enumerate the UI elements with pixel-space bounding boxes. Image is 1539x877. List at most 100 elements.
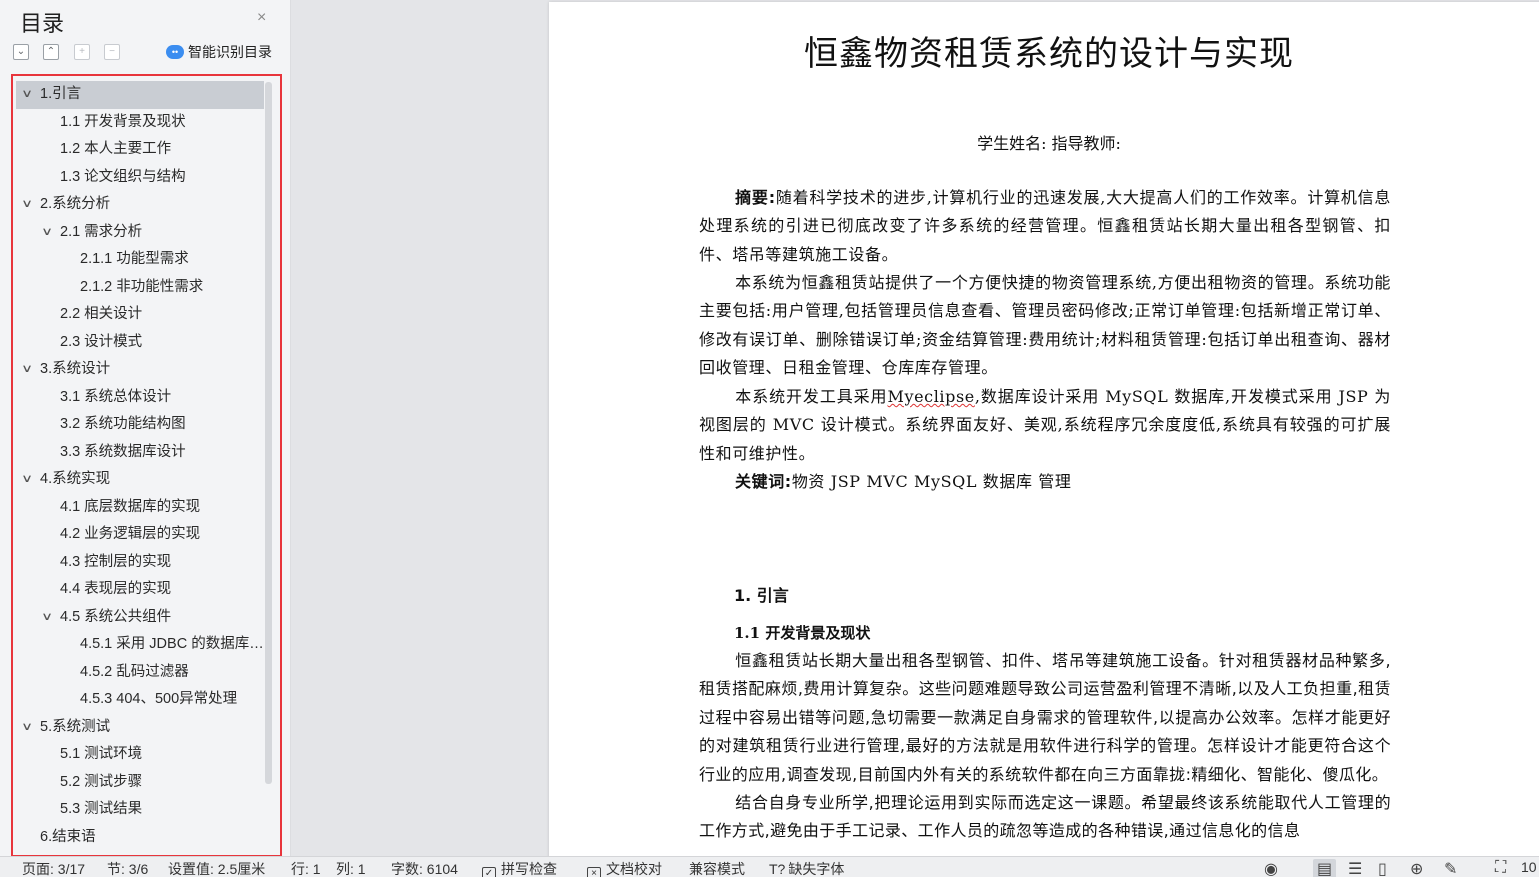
toc-item[interactable]: 4.5.1 采用 JDBC 的数据库连接 bbox=[16, 631, 264, 659]
toc-item[interactable]: ∨ 5.系统测试 bbox=[16, 714, 264, 742]
toc-scrollbar[interactable] bbox=[265, 82, 272, 784]
smart-toc-label: 智能识别目录 bbox=[188, 44, 272, 60]
spelling-flag-word[interactable]: Myeclipse bbox=[887, 387, 974, 406]
status-word-count[interactable]: 字数: 6104 bbox=[391, 859, 458, 877]
toc-item[interactable]: ∨ 1.引言 bbox=[16, 81, 264, 109]
document-title: 恒鑫物资租赁系统的设计与实现 bbox=[804, 34, 1294, 74]
fit-page-icon[interactable]: ⛶ bbox=[1495, 859, 1506, 877]
chevron-down-icon[interactable]: ∨ bbox=[41, 604, 53, 632]
chevron-down-icon[interactable]: ∨ bbox=[41, 219, 53, 247]
toc-item-label: 3.2 系统功能结构图 bbox=[60, 416, 186, 432]
reading-view-icon[interactable]: ▯ bbox=[1378, 859, 1387, 877]
toc-item[interactable]: 4.3 控制层的实现 bbox=[16, 549, 264, 577]
keywords-line: 关键词:物资 JSP MVC MySQL 数据库 管理 bbox=[699, 468, 1391, 496]
toc-item-label: 5.2 测试步骤 bbox=[60, 773, 143, 790]
toc-item-label: 1.1 开发背景及现状 bbox=[60, 113, 186, 130]
toc-item[interactable]: 4.5.3 404、500异常处理 bbox=[16, 686, 264, 714]
page-view-icon[interactable]: ▤ bbox=[1313, 859, 1337, 877]
toc-item[interactable]: 5.1 测试环境 bbox=[16, 741, 264, 769]
missing-font-label: 缺失字体 bbox=[788, 861, 845, 877]
toc-item[interactable]: 3.1 系统总体设计 bbox=[16, 384, 264, 412]
toc-item-label: 5.3 测试结果 bbox=[60, 801, 143, 817]
status-section[interactable]: 节: 3/6 bbox=[107, 859, 148, 877]
toc-item[interactable]: 1.2 本人主要工作 bbox=[16, 136, 264, 164]
keywords-text: 物资 JSP MVC MySQL 数据库 管理 bbox=[791, 472, 1072, 491]
toc-item[interactable]: 5.3 测试结果 bbox=[16, 796, 264, 824]
expand-all-icon[interactable]: ⌄ bbox=[13, 44, 29, 60]
body-text-2: 结合自身专业所学,把理论运用到实际而选定这一课题。希望最终该系统能取代人工管理的… bbox=[699, 793, 1391, 841]
add-heading-icon[interactable]: + bbox=[74, 44, 90, 60]
status-col: 列: 1 bbox=[336, 861, 366, 877]
spell-check-button[interactable]: ✓ 拼写检查 bbox=[482, 859, 557, 877]
toc-item[interactable]: 6.结束语 bbox=[16, 824, 264, 852]
toc-item-label: 4.5.2 乱码过滤器 bbox=[80, 663, 189, 680]
abstract-text-3a: 本系统开发工具采用 bbox=[735, 387, 888, 406]
toc-item-label: 4.1 底层数据库的实现 bbox=[60, 498, 201, 515]
toc-item[interactable]: ∨ 2.1 需求分析 bbox=[16, 219, 264, 247]
status-page[interactable]: 页面: 3/17 bbox=[22, 859, 85, 877]
collapse-all-icon[interactable]: ⌃ bbox=[43, 44, 59, 60]
toc-item[interactable]: 5.2 测试步骤 bbox=[16, 769, 264, 797]
toc-item-label: 5.1 测试环境 bbox=[60, 746, 143, 762]
chevron-down-icon[interactable]: ∨ bbox=[21, 714, 33, 742]
missing-font-button[interactable]: T? 缺失字体 bbox=[769, 859, 844, 877]
outline-view-icon[interactable]: ☰ bbox=[1348, 859, 1362, 877]
toc-item-label: 2.1 需求分析 bbox=[60, 223, 143, 240]
zoom-level[interactable]: 10 bbox=[1521, 859, 1537, 875]
toc-item-label: 3.系统设计 bbox=[40, 361, 111, 377]
toc-item-label: 2.1.2 非功能性需求 bbox=[80, 278, 204, 295]
toc-item[interactable]: 2.3 设计模式 bbox=[16, 329, 264, 357]
toc-item[interactable]: 2.2 相关设计 bbox=[16, 301, 264, 329]
write-mode-icon[interactable]: ✎ bbox=[1444, 859, 1457, 877]
checkbox-icon: ✓ bbox=[482, 867, 496, 877]
toc-item-label: 4.5.1 采用 JDBC 的数据库连接 bbox=[80, 636, 264, 652]
abstract-paragraph-1: 摘要:随着科学技术的进步,计算机行业的迅速发展,大大提高人们的工作效率。计算机信… bbox=[699, 184, 1391, 269]
status-setting[interactable]: 设置值: 2.5厘米 bbox=[168, 859, 265, 877]
body-paragraph-1: 恒鑫租赁站长期大量出租各型钢管、扣件、塔吊等建筑施工设备。针对租赁器材品种繁多,… bbox=[699, 647, 1391, 789]
toc-item-label: 6.结束语 bbox=[40, 828, 96, 845]
section-heading-1: 1. 引言 bbox=[734, 586, 789, 605]
toc-item[interactable]: 2.1.1 功能型需求 bbox=[16, 246, 264, 274]
close-icon[interactable]: × bbox=[257, 9, 266, 27]
document-area[interactable]: 恒鑫物资租赁系统的设计与实现 学生姓名: 指导教师: 摘要:随着科学技术的进步,… bbox=[291, 0, 1539, 856]
chevron-down-icon[interactable]: ∨ bbox=[21, 81, 33, 109]
toc-item[interactable]: 4.4 表现层的实现 bbox=[16, 576, 264, 604]
toc-item[interactable]: 3.2 系统功能结构图 bbox=[16, 411, 264, 439]
toc-item[interactable]: ∨ 3.系统设计 bbox=[16, 356, 264, 384]
toc-item[interactable]: 4.1 底层数据库的实现 bbox=[16, 494, 264, 522]
toc-item-label: 2.3 设计模式 bbox=[60, 333, 143, 350]
toc-item-label: 4.3 控制层的实现 bbox=[60, 553, 172, 570]
abstract-paragraph-2: 本系统为恒鑫租赁站提供了一个方便快捷的物资管理系统,方便出租物资的管理。系统功能… bbox=[699, 269, 1391, 383]
smart-toc-icon: •• bbox=[166, 45, 184, 59]
smart-toc-button[interactable]: •• 智能识别目录 bbox=[166, 42, 272, 62]
body-text-1: 恒鑫租赁站长期大量出租各型钢管、扣件、塔吊等建筑施工设备。针对租赁器材品种繁多,… bbox=[699, 651, 1391, 784]
compat-mode-label[interactable]: 兼容模式 bbox=[689, 859, 745, 877]
doc-proof-button[interactable]: × 文档校对 bbox=[587, 859, 662, 877]
abstract-text-1: 随着科学技术的进步,计算机行业的迅速发展,大大提高人们的工作效率。计算机信息处理… bbox=[699, 188, 1391, 264]
toc-item[interactable]: ∨ 4.系统实现 bbox=[16, 466, 264, 494]
toc-item[interactable]: ∨ 4.5 系统公共组件 bbox=[16, 604, 264, 632]
toc-item[interactable]: 4.5.2 乱码过滤器 bbox=[16, 659, 264, 687]
body-paragraph-2: 结合自身专业所学,把理论运用到实际而选定这一课题。希望最终该系统能取代人工管理的… bbox=[699, 789, 1391, 846]
toc-item-label: 5.系统测试 bbox=[40, 718, 111, 735]
toc-item[interactable]: 3.3 系统数据库设计 bbox=[16, 439, 264, 467]
toc-item[interactable]: 1.1 开发背景及现状 bbox=[16, 109, 264, 137]
section-heading-1-1: 1.1 开发背景及现状 bbox=[734, 624, 871, 642]
toc-item-label: 1.引言 bbox=[40, 86, 82, 102]
toc-list: ∨ 1.引言 1.1 开发背景及现状 1.2 本人主要工作 1.3 论文组织与结构 ∨ 2.… bbox=[16, 81, 264, 851]
remove-heading-icon[interactable]: − bbox=[104, 44, 120, 60]
chevron-down-icon[interactable]: ∨ bbox=[21, 191, 33, 219]
eye-protection-icon[interactable]: ◉ bbox=[1264, 859, 1278, 877]
web-view-icon[interactable]: ⊕ bbox=[1410, 859, 1423, 877]
document-page[interactable]: 恒鑫物资租赁系统的设计与实现 学生姓名: 指导教师: 摘要:随着科学技术的进步,… bbox=[549, 2, 1539, 856]
toc-item[interactable]: 2.1.2 非功能性需求 bbox=[16, 274, 264, 302]
toc-item[interactable]: 1.3 论文组织与结构 bbox=[16, 164, 264, 192]
doc-proof-label: 文档校对 bbox=[606, 861, 662, 877]
abstract-paragraph-3: 本系统开发工具采用Myeclipse,数据库设计采用 MySQL 数据库,开发模… bbox=[699, 383, 1391, 468]
student-teacher-line: 学生姓名: 指导教师: bbox=[977, 134, 1121, 153]
toc-item[interactable]: ∨ 2.系统分析 bbox=[16, 191, 264, 219]
chevron-down-icon[interactable]: ∨ bbox=[21, 466, 33, 494]
abstract-label: 摘要: bbox=[735, 188, 776, 207]
toc-item[interactable]: 4.2 业务逻辑层的实现 bbox=[16, 521, 264, 549]
chevron-down-icon[interactable]: ∨ bbox=[21, 356, 33, 384]
